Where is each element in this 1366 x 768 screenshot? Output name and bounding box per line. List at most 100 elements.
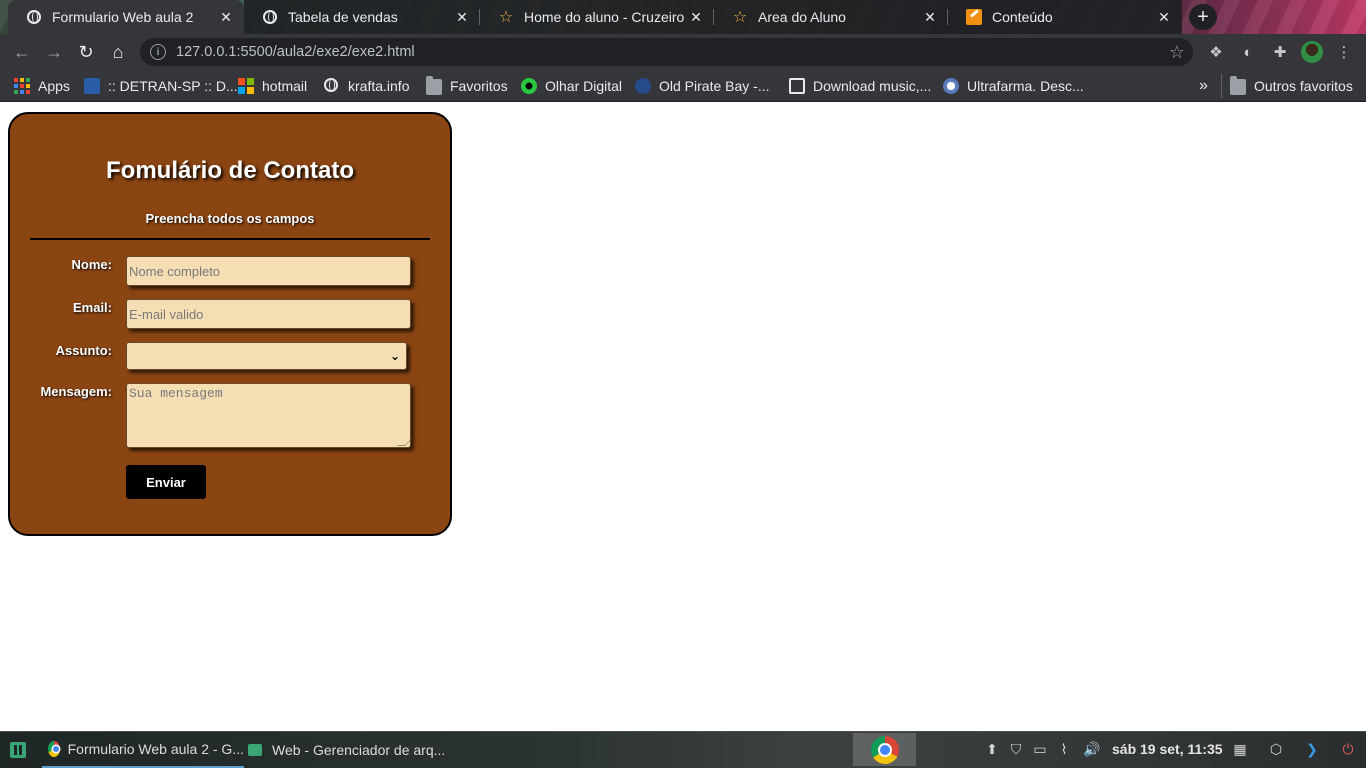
folder-icon — [426, 76, 442, 95]
volume-icon[interactable]: 🔊 — [1083, 740, 1101, 758]
chrome-icon — [48, 740, 60, 757]
detran-icon — [84, 78, 100, 94]
url-text: 127.0.0.1:5500/aula2/exe2/exe2.html — [176, 44, 415, 60]
apps-grid-icon — [14, 78, 30, 94]
globe-icon — [26, 9, 42, 25]
tab-area-aluno[interactable]: ☆ Area do Aluno ✕ — [714, 0, 948, 34]
tab-conteudo[interactable]: Conteúdo ✕ — [948, 0, 1182, 34]
bookmark-olhar-digital[interactable]: Olhar Digital — [521, 76, 622, 96]
dropbox-icon[interactable]: ❖ — [1205, 41, 1227, 63]
tab-tabela-vendas[interactable]: Tabela de vendas ✕ — [244, 0, 480, 34]
close-icon[interactable]: ✕ — [1152, 9, 1176, 26]
tab-title: Home do aluno - Cruzeiro do — [524, 9, 684, 25]
site-info-icon[interactable]: i — [150, 44, 166, 60]
pinned-chrome-launcher[interactable] — [853, 733, 916, 766]
taskbar-window-title: Web - Gerenciador de arq... — [272, 741, 446, 758]
paperclip-icon[interactable]: ⌇ — [1055, 740, 1073, 758]
taskbar-window-title: Formulario Web aula 2 - G... — [67, 740, 244, 757]
form-subtitle: Preencha todos os campos — [145, 211, 315, 226]
bookmark-label: Olhar Digital — [545, 78, 623, 94]
email-input[interactable] — [126, 299, 411, 329]
close-icon[interactable]: ✕ — [450, 9, 474, 26]
subject-label: Assunto: — [55, 343, 112, 358]
bookmark-detran[interactable]: :: DETRAN-SP :: D... — [84, 76, 238, 96]
bookmarks-divider — [1221, 74, 1222, 98]
bookmark-ultrafarma[interactable]: Ultrafarma. Desc... — [943, 76, 1084, 96]
contact-form: Fomulário de Contato Preencha todos os c… — [8, 112, 452, 536]
bookmark-hotmail[interactable]: hotmail — [238, 76, 307, 96]
bookmark-download-music[interactable]: Download music,... — [789, 76, 931, 96]
music-icon — [789, 78, 805, 94]
puzzle-icon[interactable]: ✚ — [1269, 41, 1291, 63]
menu-kebab-icon[interactable]: ⋮ — [1333, 41, 1355, 63]
page-viewport: Fomulário de Contato Preencha todos os c… — [0, 103, 1366, 729]
new-tab-button[interactable]: + — [1189, 4, 1217, 30]
bookmarks-overflow-button[interactable]: » — [1199, 76, 1208, 96]
bookmark-label: krafta.info — [348, 78, 410, 94]
back-arrow-icon[interactable]: ← — [6, 36, 38, 68]
taskbar-window-chrome[interactable]: Formulario Web aula 2 - G... — [42, 731, 244, 768]
pirate-icon — [635, 78, 651, 94]
folder-icon — [1230, 76, 1246, 95]
package-icon[interactable]: ⬡ — [1267, 740, 1285, 758]
globe-icon — [262, 9, 278, 25]
subject-select[interactable]: ⌄ — [126, 342, 407, 370]
tab-title: Formulario Web aula 2 — [52, 9, 194, 25]
start-menu-icon — [10, 741, 26, 758]
calculator-icon[interactable]: ▦ — [1231, 740, 1249, 758]
shield-icon[interactable]: ⛉ — [1007, 740, 1025, 758]
update-icon[interactable]: ⬆ — [983, 740, 1001, 758]
close-icon[interactable]: ✕ — [684, 9, 708, 26]
globe-icon — [324, 78, 340, 94]
close-icon[interactable]: ✕ — [918, 9, 942, 26]
bookmark-krafta[interactable]: krafta.info — [324, 76, 409, 96]
bookmark-label: :: DETRAN-SP :: D... — [108, 78, 238, 94]
bookmark-star-icon[interactable]: ☆ — [1169, 42, 1185, 63]
bookmark-label: hotmail — [262, 78, 308, 94]
message-textarea[interactable] — [126, 383, 411, 448]
edit-icon — [966, 9, 982, 25]
bookmark-favoritos[interactable]: Favoritos — [426, 76, 508, 96]
browser-tab-strip: Formulario Web aula 2 ✕ Tabela de vendas… — [0, 0, 1366, 34]
tab-title: Conteúdo — [992, 9, 1053, 25]
extension-icon[interactable]: ◐ — [1237, 41, 1259, 63]
bookmarks-bar: Apps :: DETRAN-SP :: D... hotmail krafta… — [0, 70, 1366, 102]
vscode-icon[interactable]: ❯ — [1303, 740, 1321, 758]
avatar[interactable] — [1301, 41, 1323, 63]
home-icon[interactable]: ⌂ — [102, 36, 134, 68]
chrome-icon — [870, 735, 899, 764]
start-menu-button[interactable] — [10, 731, 26, 768]
bookmark-label: Download music,... — [813, 78, 932, 94]
chevron-down-icon: ⌄ — [389, 349, 400, 363]
taskbar-window-files[interactable]: Web - Gerenciador de arq... — [248, 731, 445, 768]
tab-title: Area do Aluno — [758, 9, 846, 25]
bookmark-label: Ultrafarma. Desc... — [967, 78, 1084, 94]
star-icon: ☆ — [498, 9, 514, 26]
divider — [30, 238, 430, 240]
display-icon[interactable]: ▭ — [1031, 740, 1049, 758]
form-title: Fomulário de Contato — [106, 157, 354, 184]
os-taskbar: Formulario Web aula 2 - G... Web - Geren… — [0, 731, 1366, 768]
tab-formulario[interactable]: Formulario Web aula 2 ✕ — [8, 0, 244, 34]
power-icon[interactable]: ⏻ — [1339, 740, 1357, 758]
star-icon: ☆ — [732, 9, 748, 26]
message-label: Mensagem: — [40, 384, 112, 399]
clock[interactable]: sáb 19 set, 11:35 — [1112, 741, 1223, 757]
tab-home-aluno[interactable]: ☆ Home do aluno - Cruzeiro do ✕ — [480, 0, 714, 34]
name-label: Nome: — [71, 257, 112, 272]
close-icon[interactable]: ✕ — [214, 9, 238, 26]
bookmark-label: Apps — [38, 78, 70, 94]
name-input[interactable] — [126, 256, 411, 286]
olhar-digital-icon — [521, 78, 537, 94]
submit-button[interactable]: Enviar — [126, 465, 206, 499]
forward-arrow-icon[interactable]: → — [38, 36, 70, 68]
reload-icon[interactable]: ↻ — [70, 36, 102, 68]
microsoft-icon — [238, 78, 254, 94]
bookmark-apps[interactable]: Apps — [14, 76, 70, 96]
tab-title: Tabela de vendas — [288, 9, 398, 25]
bookmark-label: Outros favoritos — [1254, 78, 1353, 94]
bookmark-pirate-bay[interactable]: Old Pirate Bay -... — [635, 76, 769, 96]
bookmark-label: Old Pirate Bay -... — [659, 78, 770, 94]
address-bar[interactable]: i 127.0.0.1:5500/aula2/exe2/exe2.html ☆ — [140, 38, 1193, 66]
bookmark-outros-favoritos[interactable]: Outros favoritos — [1230, 76, 1353, 96]
